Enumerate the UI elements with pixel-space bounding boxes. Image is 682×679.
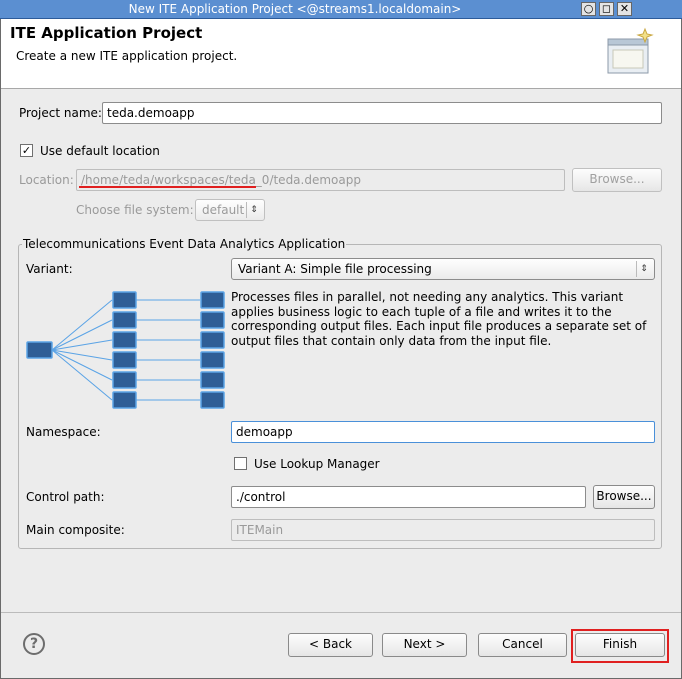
control-path-input[interactable]: ./control bbox=[231, 486, 586, 508]
maximize-icon[interactable]: ◻ bbox=[599, 2, 614, 16]
lookup-manager-checkbox[interactable] bbox=[234, 457, 247, 470]
wizard-header: ITE Application Project Create a new ITE… bbox=[1, 19, 681, 89]
use-default-location-checkbox[interactable]: ✓ bbox=[20, 144, 33, 157]
variant-description: Processes files in parallel, not needing… bbox=[231, 290, 647, 348]
finish-button[interactable]: Finish bbox=[575, 633, 665, 657]
group-title: Telecommunications Event Data Analytics … bbox=[22, 237, 347, 251]
location-browse-button[interactable]: Browse... bbox=[572, 168, 662, 192]
variant-diagram bbox=[26, 291, 225, 409]
variant-select[interactable]: Variant A: Simple file processing ⇕ bbox=[231, 258, 655, 280]
close-icon[interactable]: ✕ bbox=[617, 2, 632, 16]
wizard-banner-icon bbox=[607, 27, 654, 74]
project-name-input[interactable]: teda.demoapp bbox=[102, 102, 662, 124]
filesystem-label: Choose file system: bbox=[76, 203, 194, 217]
footer-separator bbox=[1, 612, 681, 613]
page-description: Create a new ITE application project. bbox=[16, 49, 238, 63]
namespace-label: Namespace: bbox=[26, 425, 101, 439]
back-button[interactable]: < Back bbox=[288, 633, 373, 657]
filesystem-value: default bbox=[202, 203, 245, 217]
main-composite-input[interactable]: ITEMain bbox=[231, 519, 655, 541]
chevron-updown-icon: ⇕ bbox=[636, 261, 651, 277]
namespace-input[interactable]: demoapp bbox=[231, 421, 655, 443]
cancel-button[interactable]: Cancel bbox=[478, 633, 567, 657]
project-name-label: Project name: bbox=[19, 106, 102, 120]
use-default-location-label: Use default location bbox=[40, 144, 160, 158]
location-label: Location: bbox=[19, 173, 74, 187]
window-title: New ITE Application Project <@streams1.l… bbox=[128, 2, 462, 16]
window-titlebar: New ITE Application Project <@streams1.l… bbox=[0, 0, 682, 19]
lookup-manager-label: Use Lookup Manager bbox=[254, 457, 380, 471]
page-title: ITE Application Project bbox=[10, 24, 203, 42]
control-path-browse-button[interactable]: Browse... bbox=[593, 485, 655, 509]
location-highlight-underline bbox=[79, 186, 256, 188]
help-icon[interactable]: ? bbox=[23, 633, 45, 655]
chevron-updown-icon: ⇕ bbox=[246, 202, 261, 218]
next-button[interactable]: Next > bbox=[382, 633, 467, 657]
main-composite-label: Main composite: bbox=[26, 523, 125, 537]
filesystem-select[interactable]: default ⇕ bbox=[195, 199, 265, 221]
variant-value: Variant A: Simple file processing bbox=[238, 262, 432, 276]
minimize-icon[interactable]: ○ bbox=[581, 2, 596, 16]
control-path-label: Control path: bbox=[26, 490, 105, 504]
variant-label: Variant: bbox=[26, 262, 73, 276]
